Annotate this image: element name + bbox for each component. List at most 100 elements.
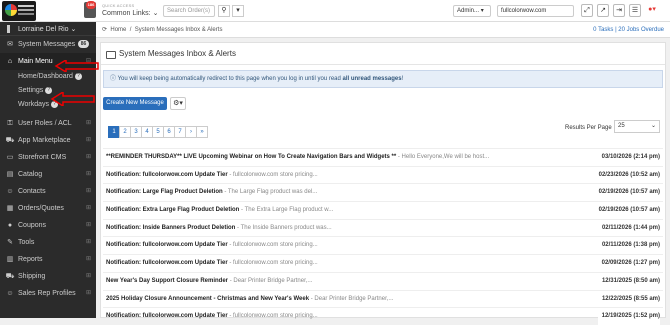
message-subject[interactable]: Notification: Extra Large Flag Product D… [103,207,239,213]
breadcrumb-home[interactable]: Home [110,27,126,33]
message-date: 02/11/2026 (1:38 pm) [597,237,660,255]
annotation-arrow-settings [50,90,96,108]
sidebar-item-system-messages[interactable]: ✉ System Messages 86 [0,36,96,53]
user-name: Lorraine Del Rio [18,26,69,33]
message-row[interactable]: **REMINDER THURSDAY** LIVE Upcoming Webi… [103,148,663,166]
message-preview: - Dear Printer Bridge Partner,... [228,277,313,284]
message-row[interactable]: Notification: Extra Large Flag Product D… [103,201,663,219]
settings-dropdown[interactable]: ⚙▾ [170,97,186,110]
help-icon[interactable]: ●▾ [646,4,658,17]
message-row[interactable]: Notification: fullcolorwow.com Update Ti… [103,254,663,272]
menu-icon[interactable]: ☰ [629,4,641,17]
site-select[interactable]: fullcolorwow.com [497,5,574,17]
messages-panel: System Messages Inbox & Alerts ⓘ You wil… [100,42,666,325]
search-options-button[interactable]: ▾ [232,5,244,17]
message-date: 12/31/2025 (8:50 am) [597,272,660,290]
message-date: 02/23/2026 (10:52 am) [594,166,660,184]
expand-icon: ⊞ [85,188,91,194]
sidebar-item-label: Shipping [18,273,46,280]
chevron-down-icon: ⌄ [152,10,159,17]
refresh-icon[interactable]: ⟳ [102,27,107,33]
notifications-badge: 186 [86,1,96,9]
cart-icon: ⛟ [5,137,15,144]
message-subject[interactable]: New Year's Day Support Closure Reminder [103,278,228,284]
message-row[interactable]: 2025 Holiday Closure Announcement - Chri… [103,289,663,308]
message-preview: - fullcolorwow.com store pricing... [227,313,318,320]
sidebar-item-coupons[interactable]: ● Coupons ⊞ [0,217,96,234]
expand-icon: ⊞ [85,171,91,177]
caret-down-icon: ▾ [236,7,240,14]
caret-down-icon: ⌄ [650,123,656,129]
search-orders-input[interactable]: Search Order(s) [163,5,215,17]
home-icon: ⌂ [7,58,13,65]
gear-icon: ⚙▾ [173,100,183,107]
orders-icon: ▦ [6,205,14,212]
message-subject[interactable]: Notification: fullcolorwow.com Update Ti… [103,260,228,266]
fullscreen-icon[interactable]: ⤢ [581,4,593,17]
sidebar-item-catalog[interactable]: ▤ Catalog ⊞ [0,166,96,183]
sidebar-item-orders-quotes[interactable]: ▦ Orders/Quotes ⊞ [0,200,96,217]
message-subject[interactable]: Notification: Large Flag Product Deletio… [103,189,223,195]
sidebar-item-sales-rep-profiles[interactable]: ☺ Sales Rep Profiles ⊞ [0,285,96,302]
user-menu[interactable]: Lorraine Del Rio ⌄ [0,22,96,36]
alert-end: ! [401,76,404,82]
notifications-button[interactable]: 186 [84,1,96,18]
info-icon: ⓘ [110,76,117,82]
messages-list: **REMINDER THURSDAY** LIVE Upcoming Webi… [103,148,663,325]
sidebar-item-label: Main Menu [18,58,53,65]
message-subject[interactable]: 2025 Holiday Closure Announcement - Chri… [103,296,309,302]
quick-access[interactable]: QUICK ACCESS Common Links: ⌄ [102,3,158,17]
sidebar-item-reports[interactable]: ▥ Reports ⊞ [0,251,96,268]
message-row[interactable]: Notification: Large Flag Product Deletio… [103,183,663,202]
tasks-overdue-link[interactable]: 0 Tasks | 20 Jobs Overdue [593,22,664,38]
message-row[interactable]: Notification: fullcolorwow.com Update Ti… [103,165,663,184]
caret-down-icon: ▾ [480,8,484,14]
message-subject[interactable]: Notification: fullcolorwow.com Update Ti… [103,313,228,319]
message-row[interactable]: New Year's Day Support Closure Reminder … [103,271,663,290]
sidebar-item-label: Reports [18,256,43,263]
admin-dropdown[interactable]: Admin... ▾ [453,5,491,17]
message-subject[interactable]: Notification: fullcolorwow.com Update Ti… [103,172,228,178]
sidebar-subitem-home-dashboard[interactable]: Home/Dashboard? [0,70,96,84]
panel-title: System Messages Inbox & Alerts [101,43,665,65]
expand-icon: ⊞ [85,273,91,279]
message-date: 12/22/2025 (8:55 am) [597,290,660,308]
quick-access-label: QUICK ACCESS [102,3,135,8]
sidebar-item-tools[interactable]: ✎ Tools ⊞ [0,234,96,251]
message-row[interactable]: Notification: Inside Banners Product Del… [103,218,663,237]
message-subject[interactable]: Notification: fullcolorwow.com Update Ti… [103,242,228,248]
contacts-icon: ☺ [6,188,14,195]
message-preview: - Hello Everyone,We will be host... [396,154,490,160]
sidebar-item-label: Storefront CMS [18,154,67,161]
external-link-icon[interactable]: ↗ [597,4,609,17]
sidebar-item-storefront-cms[interactable]: ▭ Storefront CMS ⊞ [0,149,96,166]
sidebar-item-label: System Messages [18,41,76,48]
sidebar-item-user-roles[interactable]: ⚿ User Roles / ACL ⊞ [0,115,96,132]
brand-logo[interactable] [2,1,36,21]
page-last[interactable]: » [196,126,208,138]
sidebar-item-app-marketplace[interactable]: ⛟ App Marketplace ⊞ [0,132,96,149]
results-per-page-select[interactable]: 25 ⌄ [614,120,660,133]
message-row[interactable]: Notification: fullcolorwow.com Update Ti… [103,307,663,325]
message-preview: - The Inside Banners product was... [235,224,332,231]
quick-access-dropdown[interactable]: Common Links: ⌄ [102,9,158,17]
results-per-page-label: Results Per Page [565,125,612,131]
create-new-message-button[interactable]: Create New Message [103,97,167,110]
monitor-icon: ▭ [6,154,14,161]
message-date: 02/19/2026 (10:57 am) [594,184,660,202]
expand-icon: ⊞ [85,222,91,228]
search-button[interactable]: ⚲ [218,5,230,17]
message-row[interactable]: Notification: fullcolorwow.com Update Ti… [103,236,663,255]
rep-icon: ☺ [6,290,14,297]
expand-icon: ⊞ [85,137,91,143]
sidebar-item-label: Orders/Quotes [18,205,64,212]
sidebar-item-shipping[interactable]: ⛟ Shipping ⊞ [0,268,96,285]
logout-icon[interactable]: ⇥ [613,4,625,17]
sidebar-item-contacts[interactable]: ☺ Contacts ⊞ [0,183,96,200]
sidebar-item-label: App Marketplace [18,137,71,144]
message-date: 02/09/2026 (1:27 pm) [597,255,660,272]
breadcrumb: ⟳ Home / System Messages Inbox & Alerts … [96,22,670,38]
message-subject[interactable]: **REMINDER THURSDAY** LIVE Upcoming Webi… [103,154,396,160]
sidebar-item-label: User Roles / ACL [18,120,72,127]
message-subject[interactable]: Notification: Inside Banners Product Del… [103,225,235,231]
